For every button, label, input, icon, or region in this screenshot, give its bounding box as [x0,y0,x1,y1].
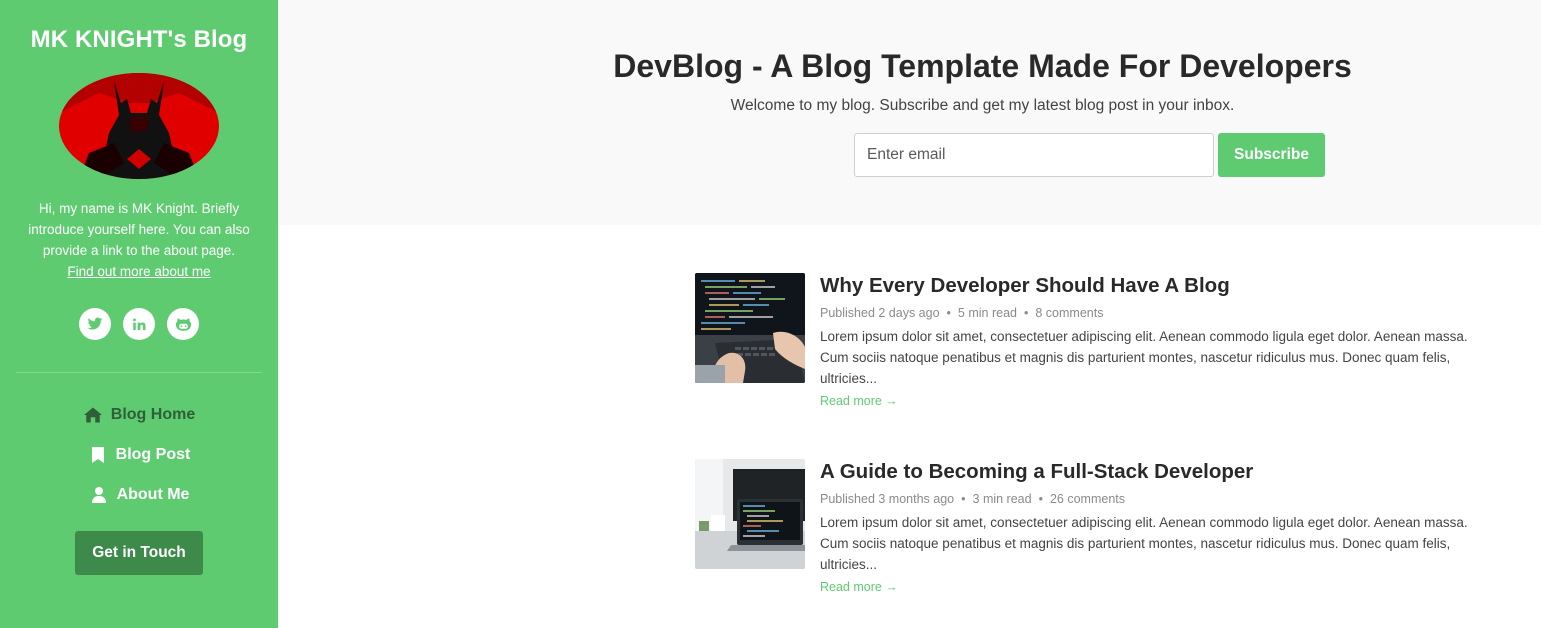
post-thumbnail[interactable] [695,273,805,383]
post-body: Why Every Developer Should Have A Blog P… [820,273,1490,408]
post-meta: Published 3 months ago • 3 min read • 26 com… [820,491,1490,507]
post-body: A Guide to Becoming a Full-Stack Develop… [820,459,1490,594]
meta-separator: • [961,492,966,506]
meta-separator: • [1023,306,1029,320]
twitter-button[interactable] [79,308,111,340]
nav-item-blog-home[interactable]: Blog Home [0,395,278,435]
about-me-link[interactable]: Find out more about me [67,264,210,279]
subscribe-form: Subscribe [854,133,1325,177]
email-input[interactable] [854,133,1214,177]
nav-label-blog-home: Blog Home [110,406,196,423]
sidebar-divider [16,372,262,373]
get-in-touch-button[interactable]: Get in Touch [75,531,203,575]
github-button[interactable] [167,308,199,340]
meta-separator: • [1038,492,1043,506]
linkedin-icon [132,317,145,330]
post-excerpt: Lorem ipsum dolor sit amet, consectetuer… [820,515,1468,572]
read-more-link[interactable]: Read more → [820,394,1490,408]
post-read-time: 5 min read [957,306,1017,320]
post-title[interactable]: Why Every Developer Should Have A Blog [820,273,1490,299]
twitter-icon [87,317,103,330]
meta-separator: • [946,306,951,320]
nav-item-about-me[interactable]: About Me [0,475,278,515]
post-published: Published 3 months ago [820,492,955,506]
post-thumbnail[interactable] [695,459,805,569]
blog-name[interactable]: MK KNIGHT's Blog [0,26,278,54]
sidebar-nav: Blog Home Blog Post About Me [0,395,278,515]
github-icon [175,317,191,331]
sidebar: MK KNIGHT's Blog Hi, my name is MK Knigh… [0,0,278,628]
linkedin-button[interactable] [123,308,155,340]
nav-item-blog-post[interactable]: Blog Post [0,435,278,475]
post-excerpt: Lorem ipsum dolor sit amet, consectetuer… [820,329,1468,386]
post-list: Why Every Developer Should Have A Blog P… [695,273,1495,628]
subscribe-button[interactable]: Subscribe [1218,133,1325,177]
nav-label-about-me: About Me [116,486,190,503]
post-item: A Guide to Becoming a Full-Stack Develop… [695,459,1495,628]
bio: Hi, my name is MK Knight. Briefly introd… [14,198,264,282]
post-item: Why Every Developer Should Have A Blog P… [695,273,1495,459]
page-subtitle: Welcome to my blog. Subscribe and get my… [730,97,1235,114]
user-icon [89,486,109,504]
avatar [59,73,219,179]
page-title: DevBlog - A Blog Template Made For Devel… [613,48,1352,84]
nav-label-blog-post: Blog Post [115,446,191,463]
post-read-time: 3 min read [972,492,1032,506]
page-header: DevBlog - A Blog Template Made For Devel… [278,0,1541,225]
bookmark-icon [88,446,108,464]
bio-text: Hi, my name is MK Knight. Briefly introd… [28,201,250,258]
post-meta: Published 2 days ago • 5 min read • 8 commen… [820,305,1490,321]
home-icon [83,406,103,424]
read-more-link[interactable]: Read more → [820,580,1490,594]
post-comments[interactable]: 26 comments [1050,492,1125,506]
post-published: Published 2 days ago [820,306,940,320]
social-links [0,308,278,340]
post-comments[interactable]: 8 comments [1035,306,1103,320]
post-title[interactable]: A Guide to Becoming a Full-Stack Develop… [820,459,1490,485]
